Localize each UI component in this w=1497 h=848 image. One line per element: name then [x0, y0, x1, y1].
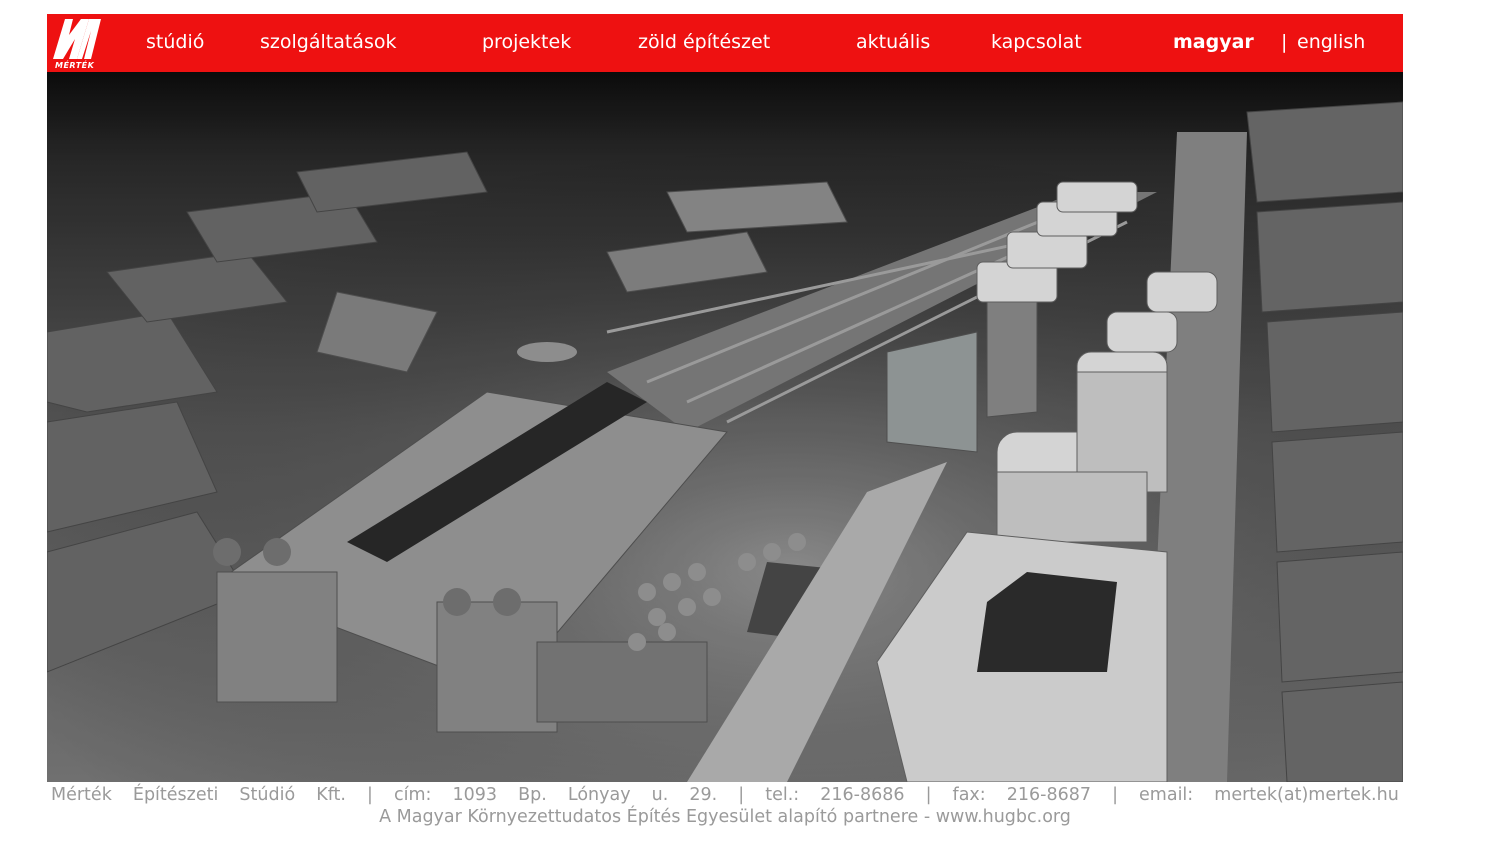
nav-item-services[interactable]: szolgáltatások	[260, 30, 396, 54]
footer-address: Mérték Építészeti Stúdió Kft. | cím: 109…	[51, 784, 1399, 806]
footer-fax: 216-8687	[1006, 785, 1091, 805]
footer-word: Mérték	[51, 785, 112, 805]
footer-word: Építészeti	[132, 785, 219, 805]
footer-separator: |	[925, 785, 932, 805]
lang-english[interactable]: english	[1297, 30, 1365, 54]
nav-item-projects[interactable]: projektek	[482, 30, 571, 54]
footer-email: mertek(at)mertek.hu	[1214, 785, 1399, 805]
footer-word: Bp.	[518, 785, 547, 805]
footer-word: Lónyay	[567, 785, 631, 805]
mertek-logo-icon	[53, 19, 101, 59]
logo-text: MÉRTÉK	[55, 61, 95, 70]
footer-word: u.	[651, 785, 669, 805]
footer-separator: |	[738, 785, 745, 805]
footer-separator: |	[1112, 785, 1118, 805]
footer-word: 1093	[452, 785, 498, 805]
nav-item-news[interactable]: aktuális	[856, 30, 930, 54]
page: MÉRTÉK stúdió szolgáltatások projektek z…	[0, 0, 1497, 848]
nav-item-contact[interactable]: kapcsolat	[991, 30, 1082, 54]
footer-word: fax:	[952, 785, 986, 805]
nav-item-studio[interactable]: stúdió	[146, 30, 204, 54]
footer-partner-line: A Magyar Környezettudatos Építés Egyesül…	[379, 807, 1071, 827]
footer-word: email:	[1139, 785, 1194, 805]
nav-item-green-architecture[interactable]: zöld építészet	[638, 30, 770, 54]
footer-word: Stúdió	[239, 785, 296, 805]
footer-word: cím:	[394, 785, 432, 805]
footer-word: Kft.	[316, 785, 346, 805]
header-bar: MÉRTÉK stúdió szolgáltatások projektek z…	[47, 14, 1403, 72]
footer-word: 29.	[689, 785, 718, 805]
footer-phone: 216-8686	[820, 785, 905, 805]
hero-image	[47, 72, 1403, 782]
footer-separator: |	[367, 785, 373, 805]
lang-separator: |	[1281, 31, 1288, 53]
lang-magyar[interactable]: magyar	[1173, 30, 1254, 54]
mertek-logo[interactable]: MÉRTÉK	[51, 15, 103, 71]
footer-word: tel.:	[765, 785, 800, 805]
